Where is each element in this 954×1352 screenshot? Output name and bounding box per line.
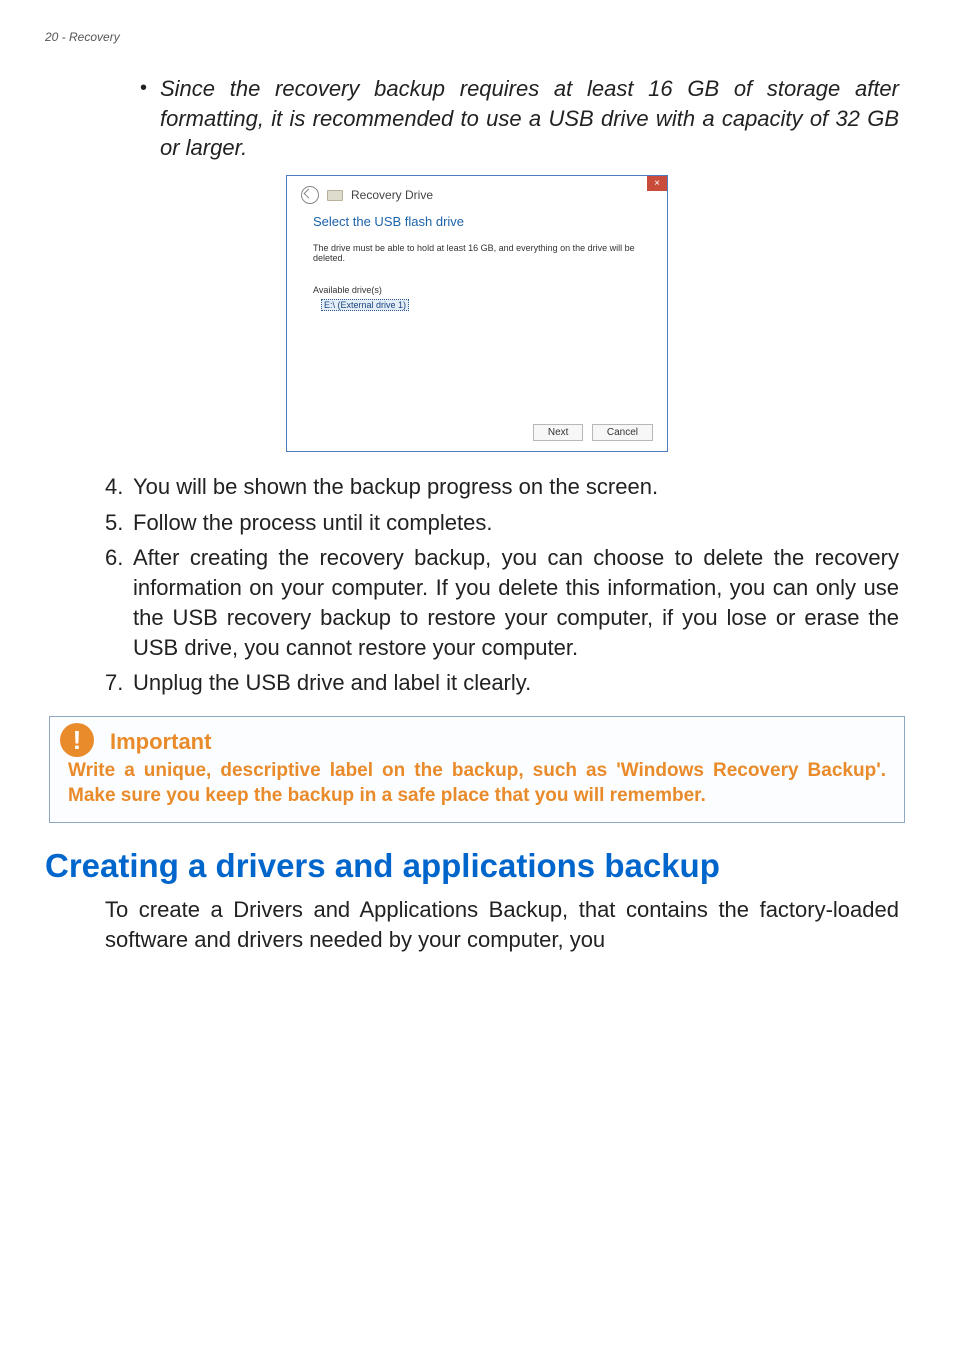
section-body: To create a Drivers and Applications Bac…: [105, 895, 899, 954]
page-header: 20 - Recovery: [45, 30, 909, 44]
important-callout: ! Important Write a unique, descriptive …: [49, 716, 905, 823]
dialog-footer: Next Cancel: [287, 414, 667, 451]
drive-list-item[interactable]: E:\ (External drive 1): [321, 299, 409, 311]
drive-icon: [327, 190, 343, 201]
available-drives-label: Available drive(s): [313, 285, 641, 295]
bullet-item: • Since the recovery backup requires at …: [140, 74, 899, 163]
important-title: Important: [110, 729, 886, 755]
dialog-body: Select the USB flash drive The drive mus…: [287, 210, 667, 414]
page: 20 - Recovery • Since the recovery backu…: [0, 0, 954, 1352]
step-text: You will be shown the backup progress on…: [133, 472, 899, 502]
step-number: 4.: [105, 472, 133, 502]
step-text: After creating the recovery backup, you …: [133, 543, 899, 662]
important-body: Write a unique, descriptive label on the…: [68, 759, 886, 808]
dialog-title: Recovery Drive: [351, 188, 433, 202]
next-button[interactable]: Next: [533, 424, 584, 441]
steps-list: 4. You will be shown the backup progress…: [105, 472, 899, 698]
step-text: Unplug the USB drive and label it clearl…: [133, 668, 899, 698]
list-item: 7. Unplug the USB drive and label it cle…: [105, 668, 899, 698]
dialog-heading: Select the USB flash drive: [313, 214, 641, 229]
step-number: 7.: [105, 668, 133, 698]
back-arrow-icon: [304, 189, 314, 199]
dialog-nav: Recovery Drive: [287, 176, 667, 210]
list-item: 4. You will be shown the backup progress…: [105, 472, 899, 502]
bullet-text: Since the recovery backup requires at le…: [160, 74, 899, 163]
list-item: 6. After creating the recovery backup, y…: [105, 543, 899, 662]
back-button[interactable]: [301, 186, 319, 204]
recovery-drive-dialog: × Recovery Drive Select the USB flash dr…: [286, 175, 668, 452]
bullet-marker: •: [140, 74, 160, 163]
alert-icon: !: [60, 723, 94, 757]
step-number: 5.: [105, 508, 133, 538]
step-number: 6.: [105, 543, 133, 662]
step-text: Follow the process until it completes.: [133, 508, 899, 538]
close-button[interactable]: ×: [647, 176, 667, 191]
list-item: 5. Follow the process until it completes…: [105, 508, 899, 538]
section-heading: Creating a drivers and applications back…: [45, 847, 909, 885]
dialog-instruction: The drive must be able to hold at least …: [313, 243, 641, 263]
cancel-button[interactable]: Cancel: [592, 424, 653, 441]
